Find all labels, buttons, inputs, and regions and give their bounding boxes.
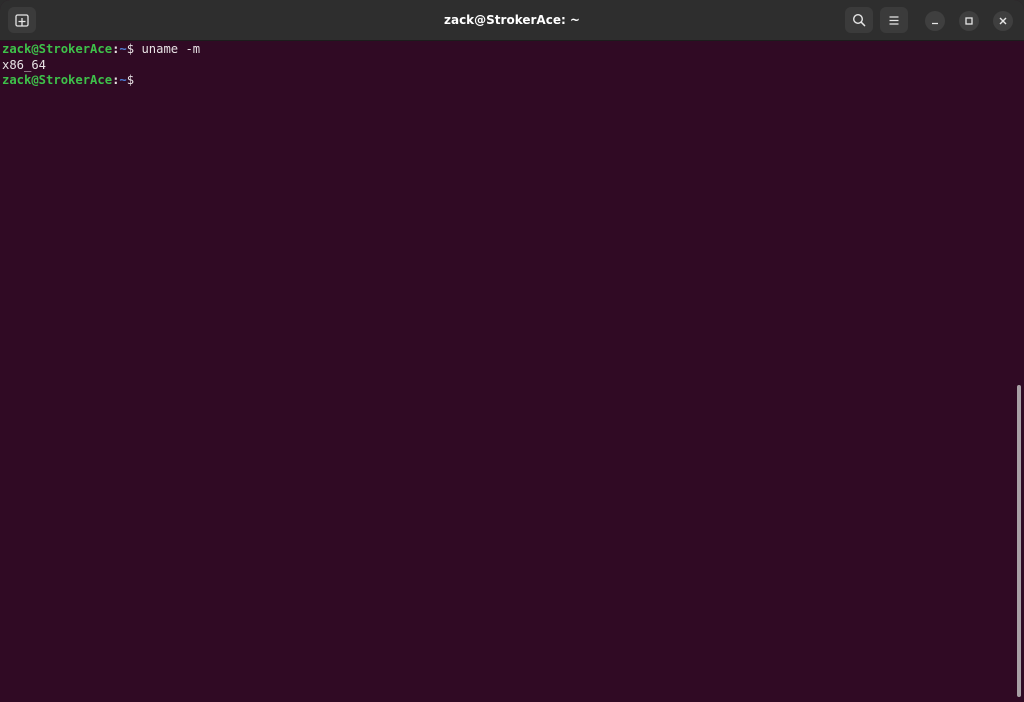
prompt-line: zack@StrokerAce:~$ uname -m: [2, 42, 1022, 58]
menu-button[interactable]: [880, 7, 908, 33]
prompt-line: zack@StrokerAce:~$: [2, 73, 1022, 89]
command-text: uname -m: [141, 42, 201, 56]
minimize-icon: [930, 16, 940, 26]
maximize-icon: [964, 16, 974, 26]
terminal-area[interactable]: zack@StrokerAce:~$ uname -m x86_64 zack@…: [0, 41, 1024, 702]
terminal-window: zack@StrokerAce: ~ zack@StrokerAce:~$ un…: [0, 0, 1024, 702]
scrollbar-thumb[interactable]: [1017, 385, 1021, 697]
prompt-symbol: $: [126, 73, 142, 87]
new-tab-button[interactable]: [8, 7, 36, 33]
close-button[interactable]: [993, 11, 1013, 31]
search-icon: [852, 13, 866, 27]
prompt-user-host: zack@StrokerAce: [2, 42, 113, 56]
close-icon: [998, 16, 1008, 26]
prompt-symbol: $: [126, 42, 142, 56]
prompt-user-host: zack@StrokerAce: [2, 73, 113, 87]
search-button[interactable]: [845, 7, 873, 33]
hamburger-menu-icon: [888, 15, 900, 26]
prompt-path: ~: [119, 42, 127, 56]
text-cursor: [141, 73, 148, 87]
output-line: x86_64: [2, 57, 47, 72]
minimize-button[interactable]: [925, 11, 945, 31]
header-bar[interactable]: zack@StrokerAce: ~: [0, 0, 1024, 41]
prompt-path: ~: [119, 73, 127, 87]
new-tab-icon: [15, 13, 29, 27]
maximize-button[interactable]: [959, 11, 979, 31]
